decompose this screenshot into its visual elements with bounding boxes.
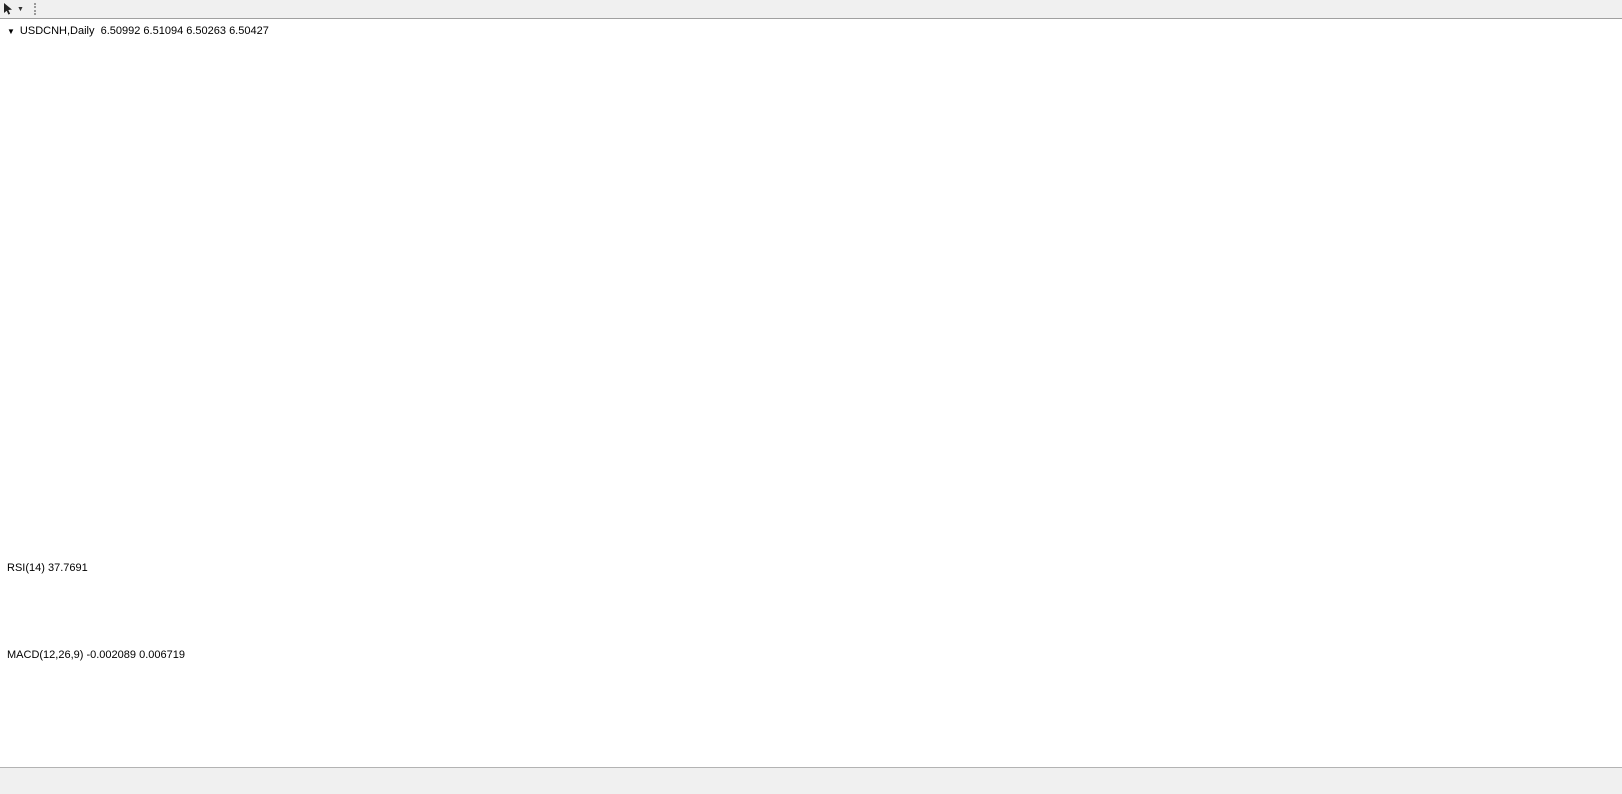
cursor-tool-icon[interactable] [2, 2, 16, 16]
rsi-indicator-label: RSI(14) 37.7691 [7, 562, 88, 574]
chart-title-caret-icon: ▼ [7, 27, 15, 36]
chart-plot[interactable] [0, 0, 1622, 767]
toolbar: ▼ [0, 0, 1622, 19]
chart-title-ohlc: 6.50992 6.51094 6.50263 6.50427 [101, 25, 269, 37]
chart-title-symbol: USDCNH,Daily [20, 25, 95, 37]
symbol-tabbar [0, 767, 1622, 794]
toolbar-grip[interactable] [34, 3, 39, 15]
toolbar-dropdown-caret-icon[interactable]: ▼ [17, 6, 24, 13]
macd-indicator-label: MACD(12,26,9) -0.002089 0.006719 [7, 649, 185, 661]
chart-title: ▼ USDCNH,Daily 6.50992 6.51094 6.50263 6.… [7, 25, 269, 37]
